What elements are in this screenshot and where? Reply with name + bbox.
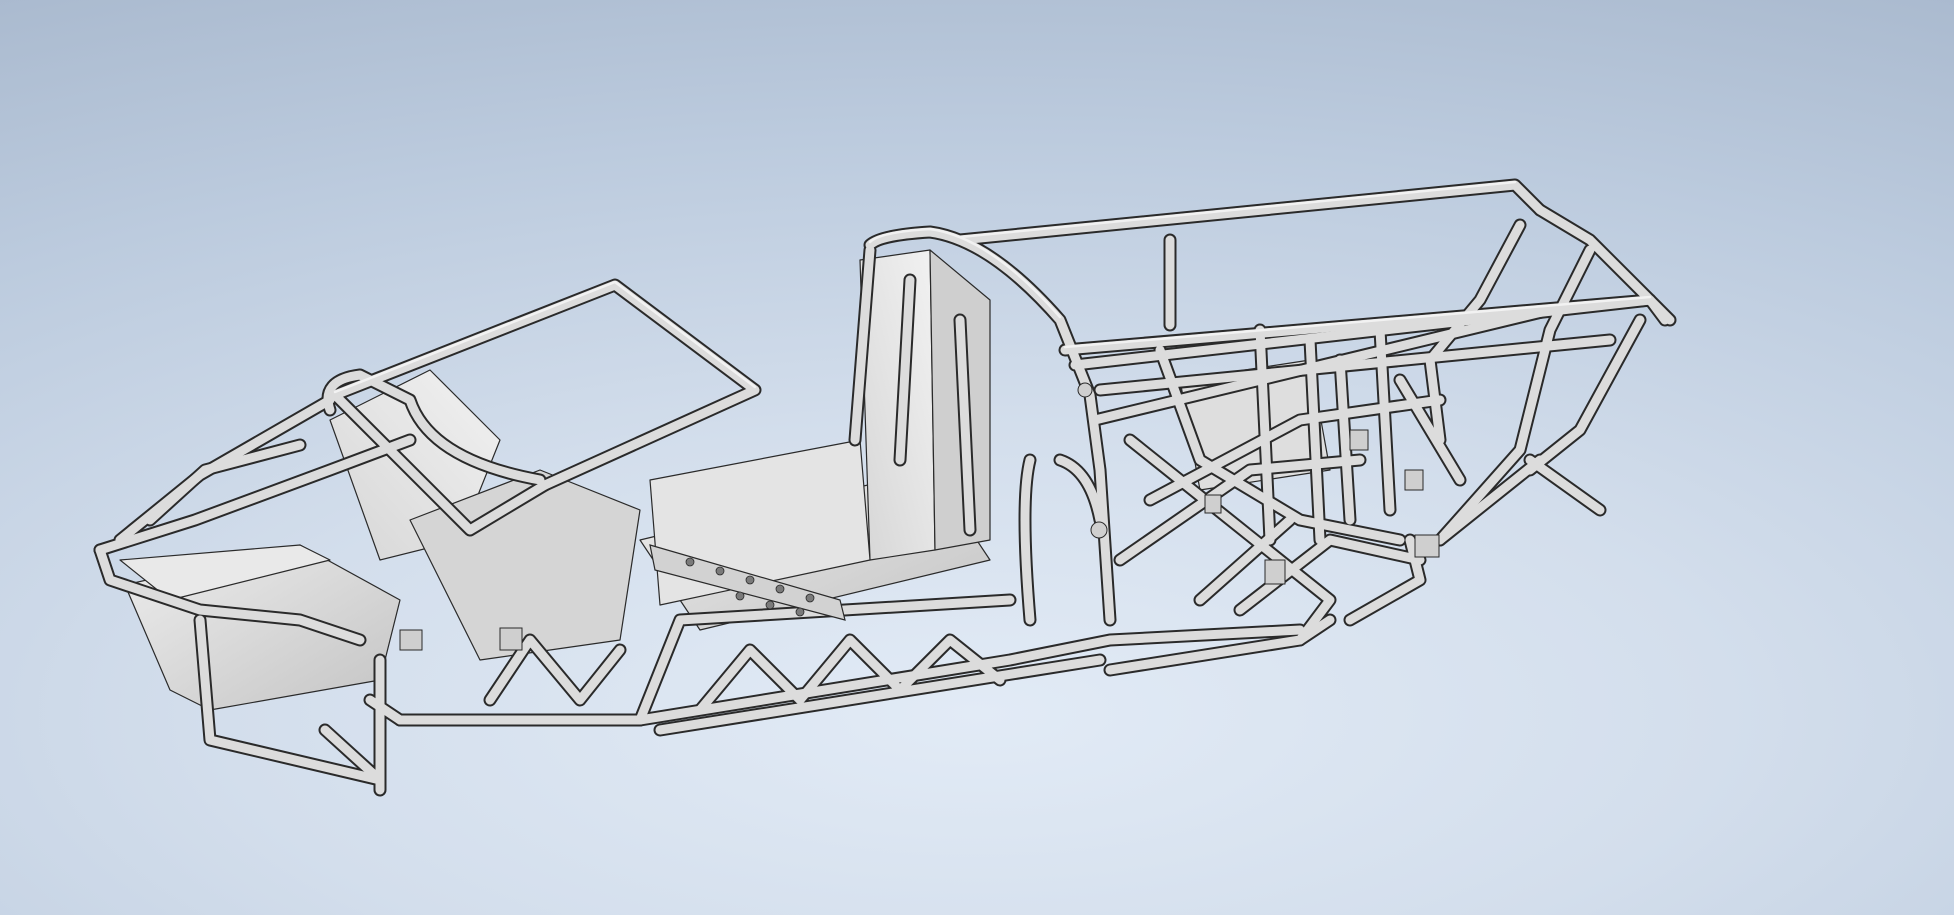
3d-viewport[interactable]	[0, 0, 1954, 915]
chassis-frame-model[interactable]	[0, 0, 1954, 915]
